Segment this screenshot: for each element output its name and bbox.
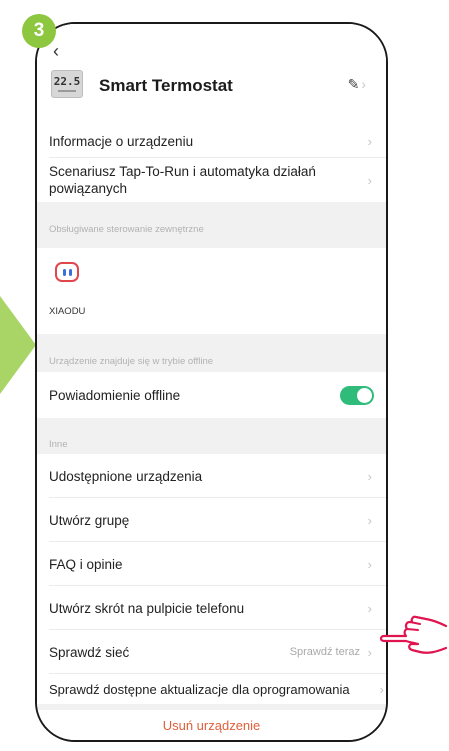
chevron-right-icon: ›: [379, 681, 384, 697]
thermostat-icon-digits: 22.5: [53, 75, 81, 88]
row-device-info-label: Informacje o urządzeniu: [49, 133, 194, 149]
external-control-block: XIAODU: [37, 248, 386, 334]
row-tap-to-run[interactable]: Scenariusz Tap-To-Run i automatyka dział…: [37, 158, 386, 202]
pointing-hand-icon: [379, 615, 448, 654]
side-arrow-decoration: [0, 296, 36, 394]
header: ‹ 22.5 Smart Termostat ✎ ›: [37, 24, 386, 124]
row-faq[interactable]: FAQ i opinie ›: [37, 542, 386, 586]
row-device-info[interactable]: Informacje o urządzeniu ›: [37, 124, 386, 158]
pencil-icon[interactable]: ✎ ›: [348, 76, 366, 93]
row-shared-devices[interactable]: Udostępnione urządzenia ›: [37, 454, 386, 498]
row-create-group-label: Utwórz grupę: [49, 512, 130, 528]
step-number-badge: 3: [22, 14, 56, 48]
chevron-right-icon: ›: [367, 172, 372, 188]
chevron-right-icon: ›: [367, 556, 372, 572]
thermostat-icon: 22.5: [51, 70, 83, 98]
row-faq-label: FAQ i opinie: [49, 556, 123, 572]
row-home-shortcut[interactable]: Utwórz skrót na pulpicie telefonu ›: [37, 586, 386, 630]
chevron-right-icon: ›: [361, 76, 366, 92]
section-header-other: Inne: [49, 439, 68, 450]
device-title: Smart Termostat: [99, 76, 233, 95]
row-check-network-label: Sprawdź sieć: [49, 644, 130, 660]
xiaodu-icon[interactable]: [55, 262, 79, 282]
chevron-left-icon[interactable]: ‹: [53, 42, 59, 60]
section-header-external-control: Obsługiwane sterowanie zewnętrzne: [49, 224, 204, 235]
row-check-updates[interactable]: Sprawdź dostępne aktualizacje dla oprogr…: [37, 674, 386, 704]
row-check-network[interactable]: Sprawdź sieć Sprawdź teraz ›: [37, 630, 386, 674]
chevron-right-icon: ›: [367, 644, 372, 660]
section-header-offline: Urządzenie znajduje się w trybie offline: [49, 356, 214, 367]
xiaodu-label: XIAODU: [49, 306, 86, 317]
row-tap-to-run-label: Scenariusz Tap-To-Run i automatyka dział…: [49, 164, 316, 196]
row-offline-notification-label: Powiadomienie offline: [49, 387, 181, 403]
toggle-knob: [357, 387, 372, 403]
device-settings-screen: ‹ 22.5 Smart Termostat ✎ › Informacje o u…: [37, 24, 386, 740]
row-check-updates-label: Sprawdź dostępne aktualizacje dla oprogr…: [49, 681, 350, 697]
row-shared-devices-label: Udostępnione urządzenia: [49, 468, 203, 484]
row-home-shortcut-label: Utwórz skrót na pulpicie telefonu: [49, 600, 245, 616]
chevron-right-icon: ›: [367, 512, 372, 528]
offline-notification-toggle[interactable]: [340, 385, 374, 405]
chevron-right-icon: ›: [367, 600, 372, 616]
check-network-value[interactable]: Sprawdź teraz: [290, 646, 360, 658]
row-offline-notification: Powiadomienie offline: [37, 372, 386, 418]
remove-device-button[interactable]: Usuń urządzenie: [37, 710, 386, 740]
row-create-group[interactable]: Utwórz grupę ›: [37, 498, 386, 542]
remove-device-label: Usuń urządzenie: [162, 717, 261, 733]
chevron-right-icon: ›: [367, 468, 372, 484]
phone-frame: ‹ 22.5 Smart Termostat ✎ › Informacje o u…: [35, 22, 388, 742]
chevron-right-icon: ›: [367, 133, 372, 149]
